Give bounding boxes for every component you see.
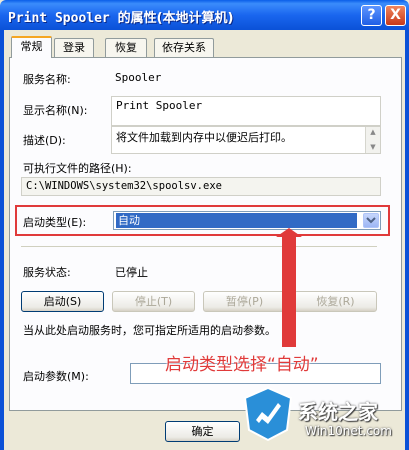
watermark-title: 系统之家 [298,400,378,424]
watermark-site: Win10net.com [305,424,392,438]
annotation-text: 启动类型选择“自动” [165,355,319,375]
watermark-logo-icon [243,386,293,442]
annotation-arrow [276,228,302,347]
